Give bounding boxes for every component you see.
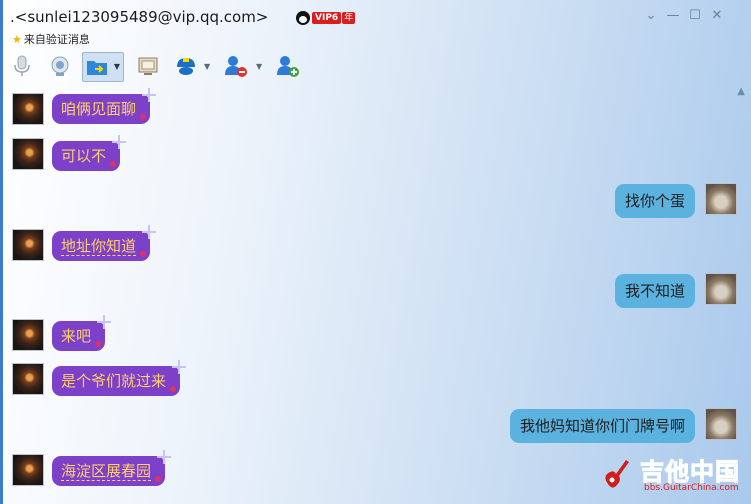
message-bubble: 地址你知道: [52, 225, 151, 261]
voice-call-button[interactable]: [8, 52, 36, 80]
remove-contact-button[interactable]: [222, 52, 250, 80]
minimize-icon[interactable]: —: [662, 6, 684, 24]
message-bubble: 是个爷们就过来: [52, 360, 181, 396]
vip-year: 年: [342, 12, 356, 24]
close-icon[interactable]: ✕: [706, 6, 728, 24]
heart-icon: [140, 114, 147, 120]
file-transfer-button[interactable]: ▼: [82, 52, 124, 82]
remove-contact-icon: [225, 56, 247, 77]
message-bubble: 可以不: [52, 135, 121, 171]
vip-badge[interactable]: VIP6 年: [296, 11, 356, 25]
heart-icon: [170, 386, 177, 392]
message-bubble: 找你个蛋: [614, 184, 695, 218]
microphone-icon: [14, 55, 30, 76]
chat-window: .<sunlei123095489@vip.qq.com> VIP6 年 ★ 来…: [0, 0, 751, 504]
toolbar: ▼ ▼ ▼: [0, 50, 751, 84]
window-controls: ⌄ — ☐ ✕: [640, 6, 728, 24]
title-bar: .<sunlei123095489@vip.qq.com> VIP6 年 ★ 来…: [0, 0, 751, 48]
file-transfer-icon: [87, 61, 107, 75]
my-avatar[interactable]: [705, 183, 737, 215]
screen-share-button[interactable]: [134, 52, 162, 80]
sparkle-icon: [142, 225, 156, 239]
message-bubble: 海淀区展春园: [52, 450, 166, 486]
status-line: ★ 来自验证消息: [12, 31, 90, 47]
contact-avatar[interactable]: [12, 363, 44, 395]
site-watermark: 吉他中国 bbs.GuitarChina.com: [600, 452, 748, 500]
message-list: 咱俩见面聊 可以不 找你个蛋 地址你知道 我不知道 来吧 是个爷们就过来 我他妈…: [0, 86, 751, 504]
vip-level: VIP6: [312, 12, 342, 24]
contact-avatar[interactable]: [12, 93, 44, 125]
remote-assist-icon: [177, 58, 195, 75]
remote-assist-button[interactable]: [172, 52, 200, 80]
video-icon: [51, 56, 69, 76]
message-text[interactable]: 海淀区展春园: [61, 462, 152, 481]
add-contact-button[interactable]: [274, 52, 302, 80]
add-contact-icon: [277, 56, 299, 77]
status-text: 来自验证消息: [23, 33, 90, 46]
sparkle-icon: [157, 450, 171, 464]
heart-icon: [110, 161, 117, 167]
heart-icon: [155, 476, 162, 482]
sparkle-icon: [97, 315, 111, 329]
message-text: 来吧: [61, 327, 92, 345]
contact-avatar[interactable]: [12, 229, 44, 261]
message-bubble: 来吧: [52, 315, 106, 351]
message-bubble: 咱俩见面聊: [52, 88, 151, 124]
message-text: 找你个蛋: [624, 192, 685, 210]
contact-avatar[interactable]: [12, 454, 44, 486]
heart-icon: [140, 251, 147, 257]
maximize-icon[interactable]: ☐: [684, 6, 706, 24]
qq-penguin-icon: [296, 11, 310, 25]
star-icon: ★: [12, 32, 22, 46]
message-bubble: 我他妈知道你们门牌号啊: [509, 409, 695, 443]
my-avatar[interactable]: [705, 273, 737, 305]
video-call-button[interactable]: [46, 52, 74, 80]
message-text: 咱俩见面聊: [61, 100, 137, 118]
watermark-title: 吉他中国: [640, 458, 740, 487]
message-text: 可以不: [61, 147, 107, 165]
chevron-down-icon[interactable]: ▼: [204, 62, 212, 71]
screen-share-icon: [138, 57, 158, 75]
contact-avatar[interactable]: [12, 138, 44, 170]
guitar-logo-icon: [605, 460, 629, 488]
sparkle-icon: [142, 88, 156, 102]
message-text: 我不知道: [624, 282, 685, 300]
message-text: 我他妈知道你们门牌号啊: [519, 417, 685, 435]
sparkle-icon: [112, 135, 126, 149]
contact-avatar[interactable]: [12, 319, 44, 351]
heart-icon: [95, 341, 102, 347]
sparkle-icon: [172, 360, 186, 374]
contact-name[interactable]: .<sunlei123095489@vip.qq.com>: [10, 8, 268, 26]
watermark-url: bbs.GuitarChina.com: [644, 483, 739, 493]
message-bubble: 我不知道: [614, 274, 695, 308]
message-text: 是个爷们就过来: [61, 372, 167, 390]
message-text[interactable]: 地址你知道: [61, 237, 137, 256]
my-avatar[interactable]: [705, 408, 737, 440]
chevron-down-icon[interactable]: ▼: [256, 62, 264, 71]
dropdown-icon[interactable]: ⌄: [640, 6, 662, 24]
